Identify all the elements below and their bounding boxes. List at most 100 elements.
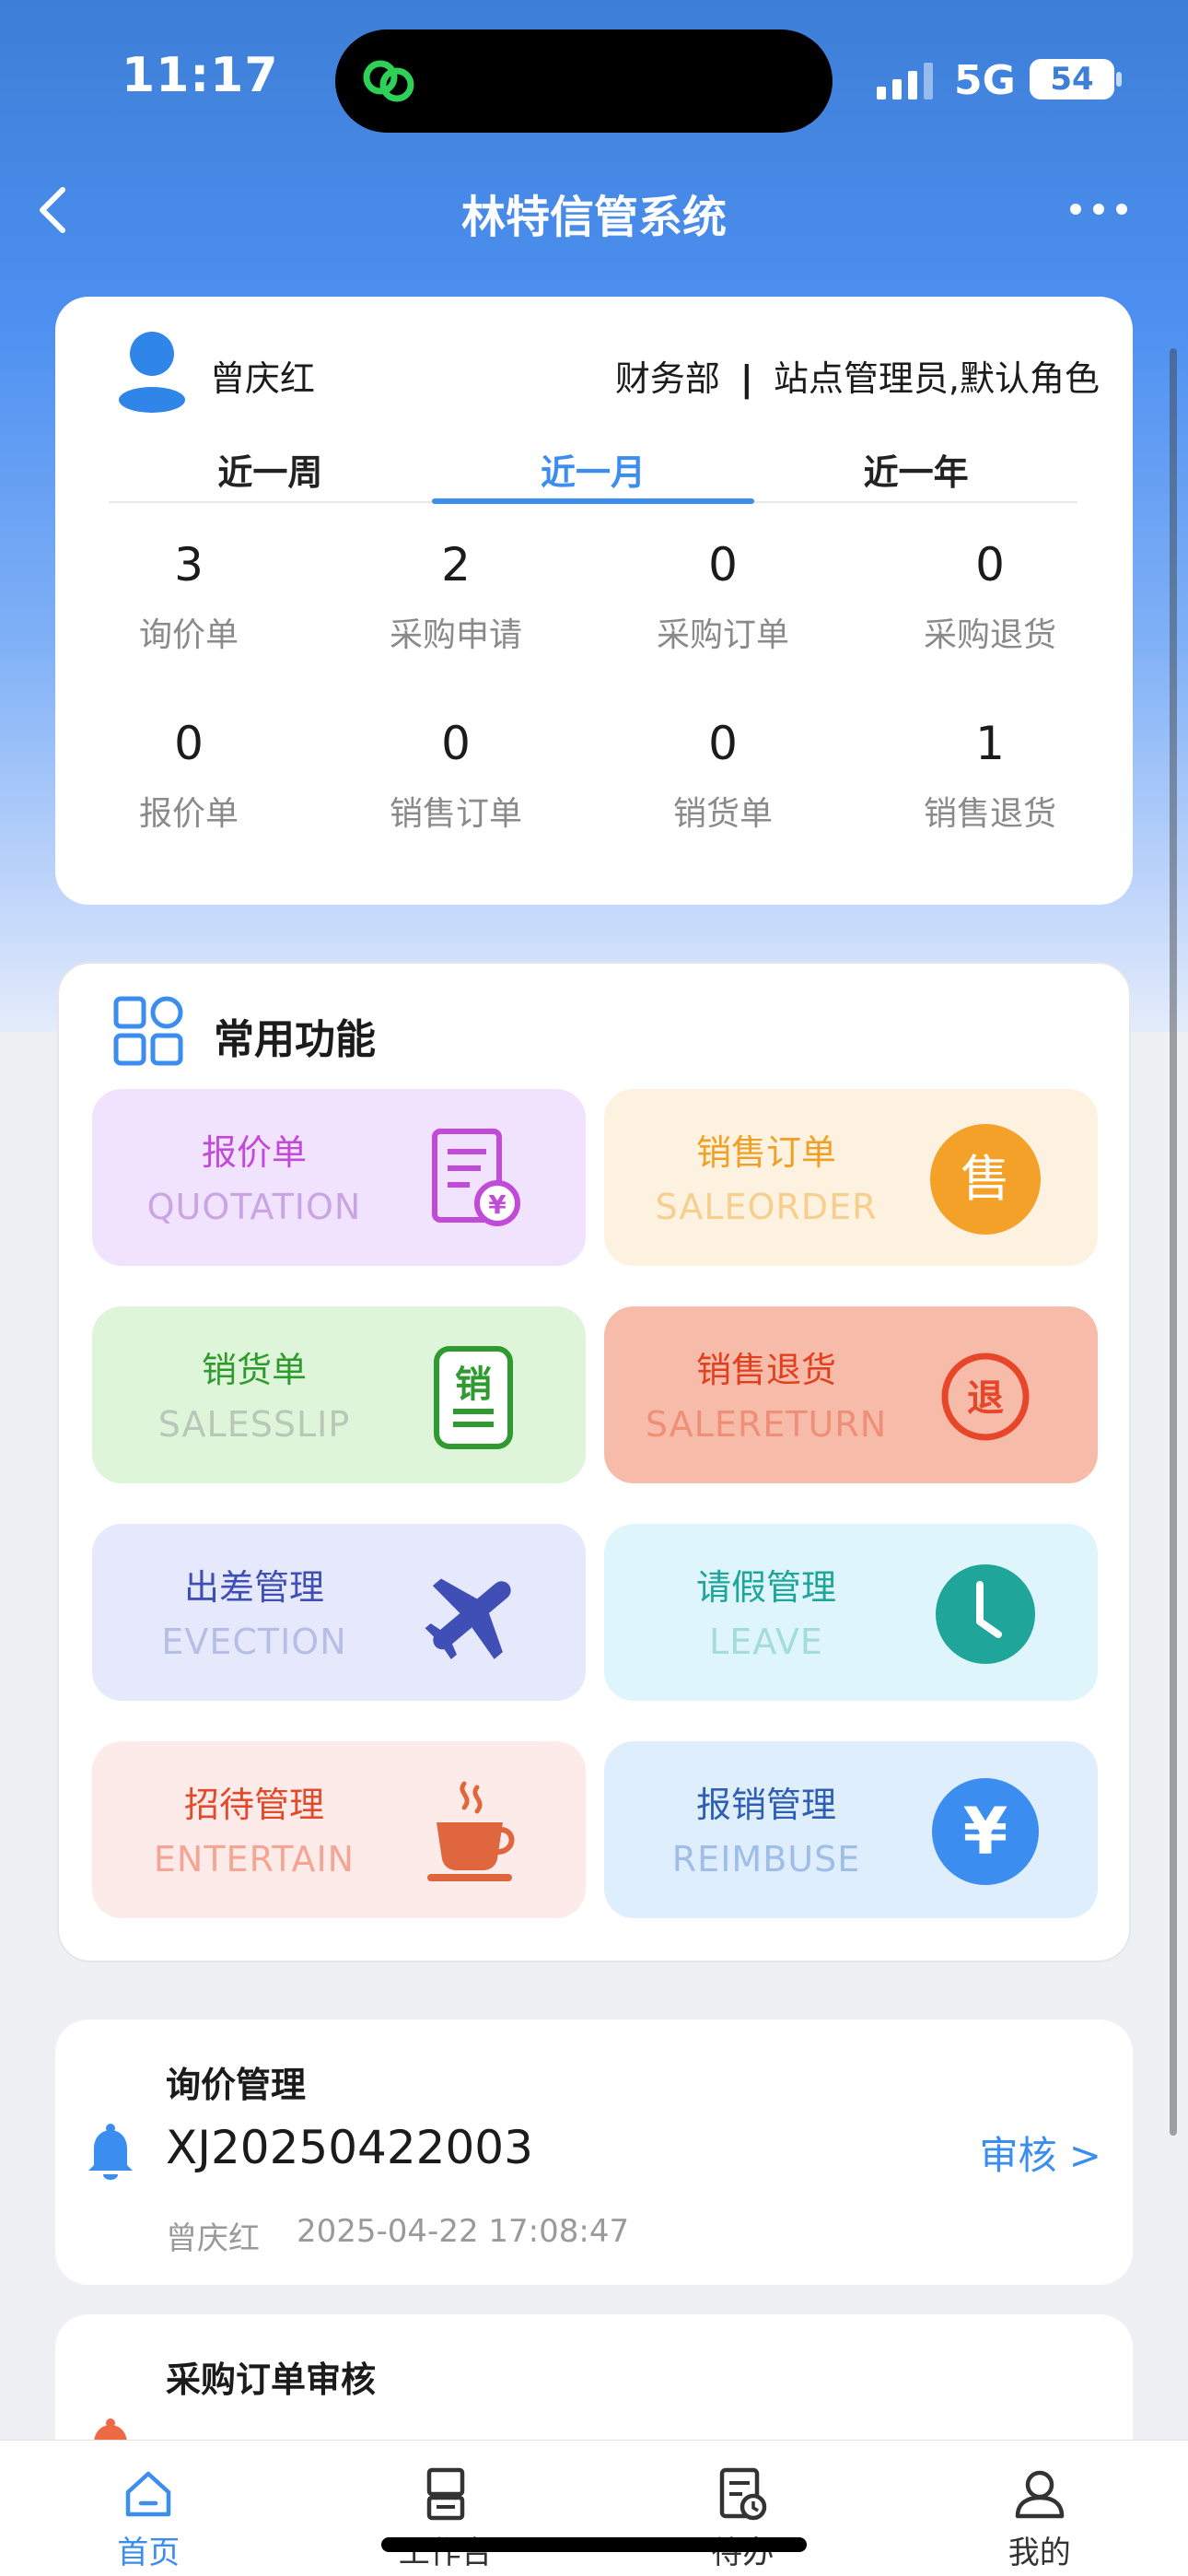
tile-title: 报销管理 bbox=[695, 1785, 836, 1825]
user-department: 财务部 bbox=[614, 358, 720, 399]
stat-sale-order[interactable]: 0 销售订单 bbox=[322, 717, 589, 835]
tile-subtitle: REIMBUSE bbox=[671, 1839, 861, 1879]
home-indicator bbox=[381, 2537, 807, 2552]
yen-icon: ¥ bbox=[932, 1778, 1039, 1885]
svg-text:¥: ¥ bbox=[488, 1189, 507, 1220]
tile-sales-slip[interactable]: 销货单 SALESSLIP 销 bbox=[92, 1306, 586, 1483]
stat-value: 0 bbox=[708, 717, 738, 770]
notice-number: XJ20250422003 bbox=[166, 2121, 533, 2174]
period-tabs: 近一周 近一月 近一年 bbox=[109, 444, 1077, 504]
user-name: 曾庆红 bbox=[210, 358, 316, 399]
quotation-icon: ¥ bbox=[432, 1129, 520, 1226]
back-icon[interactable] bbox=[29, 181, 77, 240]
tile-subtitle: QUOTATION bbox=[146, 1187, 362, 1227]
stat-label: 采购申请 bbox=[389, 616, 522, 654]
bell-icon bbox=[88, 2124, 133, 2180]
tile-subtitle: ENTERTAIN bbox=[153, 1839, 355, 1879]
tile-title: 招待管理 bbox=[183, 1785, 324, 1825]
profile-icon bbox=[1015, 2470, 1064, 2519]
notice-heading: 询价管理 bbox=[166, 2065, 307, 2105]
tab-label: 我的 bbox=[1007, 2535, 1071, 2571]
sale-return-icon: 退 bbox=[941, 1352, 1030, 1441]
user-role-line: 财务部 | 站点管理员,默认角色 bbox=[615, 350, 1100, 401]
tab-label: 首页 bbox=[117, 2535, 181, 2571]
tab-month[interactable]: 近一月 bbox=[431, 444, 755, 504]
status-bar: 11:17 5G 54 bbox=[0, 0, 1188, 157]
tile-subtitle: EVECTION bbox=[161, 1622, 347, 1662]
stat-value: 2 bbox=[441, 538, 471, 591]
stat-label: 销售订单 bbox=[389, 795, 522, 833]
tile-evection[interactable]: 出差管理 EVECTION bbox=[92, 1524, 586, 1701]
stat-value: 0 bbox=[975, 538, 1005, 591]
stat-value: 1 bbox=[975, 717, 1005, 770]
stat-sale-return[interactable]: 1 销售退货 bbox=[856, 717, 1124, 835]
tile-sale-return[interactable]: 销售退货 SALERETURN 退 bbox=[604, 1306, 1098, 1483]
sale-return-glyph: 退 bbox=[967, 1377, 1004, 1420]
stat-sales-slip[interactable]: 0 销货单 bbox=[589, 717, 856, 835]
tile-leave[interactable]: 请假管理 LEAVE bbox=[604, 1524, 1098, 1701]
battery-tip bbox=[1116, 72, 1122, 87]
tile-subtitle: LEAVE bbox=[709, 1622, 823, 1662]
stat-label: 销售退货 bbox=[923, 795, 1056, 833]
yen-glyph: ¥ bbox=[963, 1794, 1008, 1869]
tab-workbench[interactable]: 工作台 bbox=[297, 2441, 595, 2576]
stats-grid: 3 询价单 2 采购申请 0 采购订单 0 采购退货 0 报价单 0 销售订单 0 销货单 1… bbox=[109, 538, 1177, 835]
tile-sale-order[interactable]: 销售订单 SALEORDER 售 bbox=[604, 1089, 1098, 1266]
todo-icon bbox=[720, 2467, 767, 2521]
more-icon[interactable] bbox=[1068, 197, 1129, 221]
sale-order-icon: 售 bbox=[930, 1124, 1041, 1235]
functions-title: 常用功能 bbox=[214, 1016, 376, 1063]
tile-title: 销售订单 bbox=[695, 1132, 836, 1173]
stat-label: 采购订单 bbox=[656, 616, 789, 654]
tile-title: 销货单 bbox=[201, 1350, 307, 1390]
workbench-icon bbox=[426, 2467, 464, 2521]
stat-value: 0 bbox=[441, 717, 471, 770]
notice-user: 曾庆红 bbox=[166, 2220, 260, 2257]
sale-order-glyph: 售 bbox=[961, 1150, 1010, 1208]
grid-icon bbox=[113, 996, 183, 1066]
scrollbar[interactable] bbox=[1170, 348, 1177, 2136]
user-role: 站点管理员,默认角色 bbox=[773, 358, 1100, 399]
stat-label: 报价单 bbox=[138, 795, 239, 833]
stat-purchase-order[interactable]: 0 采购订单 bbox=[589, 538, 856, 656]
tab-week[interactable]: 近一周 bbox=[109, 444, 432, 501]
stat-purchase-request[interactable]: 2 采购申请 bbox=[322, 538, 589, 656]
page-title: 林特信管系统 bbox=[460, 192, 727, 243]
sales-slip-icon: 销 bbox=[434, 1346, 513, 1449]
user-avatar-icon bbox=[119, 332, 185, 413]
notice-heading: 采购订单审核 bbox=[166, 2359, 377, 2400]
stat-quotation[interactable]: 0 报价单 bbox=[55, 717, 322, 835]
link-icon bbox=[363, 60, 414, 102]
tile-title: 报价单 bbox=[201, 1132, 307, 1173]
airplane-icon bbox=[425, 1578, 511, 1659]
tile-quotation[interactable]: 报价单 QUOTATION ¥ bbox=[92, 1089, 586, 1266]
coffee-icon bbox=[427, 1781, 515, 1881]
tile-entertain[interactable]: 招待管理 ENTERTAIN bbox=[92, 1741, 586, 1918]
stat-value: 0 bbox=[708, 538, 738, 591]
tab-todo[interactable]: 待办 bbox=[594, 2441, 891, 2576]
review-button[interactable]: 审核 > bbox=[979, 2125, 1101, 2181]
divider: | bbox=[740, 358, 753, 399]
tile-title: 销售退货 bbox=[695, 1350, 836, 1390]
stat-purchase-return[interactable]: 0 采购退货 bbox=[856, 538, 1124, 656]
stat-inquiry[interactable]: 3 询价单 bbox=[55, 538, 322, 656]
tab-home[interactable]: 首页 bbox=[0, 2441, 297, 2576]
signal-icon bbox=[877, 63, 933, 100]
notice-card-inquiry[interactable]: 询价管理 XJ20250422003 审核 > 曾庆红 2025-04-22 1… bbox=[55, 2020, 1133, 2285]
home-icon bbox=[126, 2471, 171, 2517]
tile-subtitle: SALEORDER bbox=[655, 1187, 878, 1227]
sales-slip-glyph: 销 bbox=[455, 1364, 492, 1406]
tile-reimburse[interactable]: 报销管理 REIMBUSE ¥ bbox=[604, 1741, 1098, 1918]
tab-profile[interactable]: 我的 bbox=[891, 2441, 1188, 2576]
stat-label: 销货单 bbox=[672, 795, 773, 833]
tile-title: 请假管理 bbox=[695, 1567, 836, 1608]
battery-icon: 54 bbox=[1030, 59, 1114, 100]
tab-year[interactable]: 近一年 bbox=[754, 444, 1077, 501]
status-time: 11:17 bbox=[122, 48, 279, 103]
user-summary-card: 曾庆红 财务部 | 站点管理员,默认角色 近一周 近一月 近一年 3 询价单 2 采… bbox=[55, 297, 1133, 905]
stat-label: 采购退货 bbox=[923, 616, 1056, 654]
stat-label: 询价单 bbox=[138, 616, 239, 654]
notice-time: 2025-04-22 17:08:47 bbox=[297, 2213, 630, 2250]
common-functions-card: 常用功能 报价单 QUOTATION ¥ 销售订单 SALEORDER 售 销货… bbox=[57, 962, 1131, 1962]
tile-subtitle: SALESSLIP bbox=[157, 1404, 351, 1445]
